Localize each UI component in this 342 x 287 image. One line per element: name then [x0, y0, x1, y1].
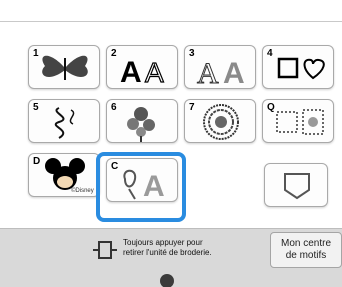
- category-butterfly-button[interactable]: 1: [28, 45, 100, 89]
- disney-mark: ©Disney: [71, 188, 94, 194]
- hint-line-1: Toujours appuyer pour: [123, 238, 203, 247]
- letters-aa-icon: A A: [120, 56, 165, 89]
- category-font-button[interactable]: 2 A A: [106, 45, 178, 89]
- svg-text:A: A: [120, 56, 142, 89]
- category-disney-button[interactable]: D ©Disney: [28, 153, 100, 197]
- pattern-center-button[interactable]: Mon centre de motifs: [270, 232, 342, 268]
- butterfly-icon: [42, 55, 88, 80]
- ornament-icon: [54, 107, 75, 139]
- hint-line-2: retirer l'unité de broderie.: [123, 248, 212, 257]
- selection-highlight: [96, 152, 186, 222]
- hint-text: Toujours appuyer pour retirer l'unité de…: [123, 238, 253, 258]
- pocket-button[interactable]: [264, 163, 328, 207]
- category-outline-font-button[interactable]: 3 A A: [184, 45, 256, 89]
- category-quilt-button[interactable]: Q: [262, 99, 334, 143]
- pattern-button-line-2: de motifs: [285, 250, 327, 261]
- top-bar: [0, 0, 342, 22]
- pocket-icon: [284, 173, 310, 200]
- outline-letters-icon: A A: [197, 57, 245, 89]
- status-indicator: [160, 274, 174, 287]
- pattern-button-line-1: Mon centre: [280, 238, 332, 249]
- mandala-icon: [203, 104, 239, 140]
- svg-text:A: A: [223, 57, 245, 89]
- flowers-icon: [127, 107, 155, 142]
- category-ornament-button[interactable]: 5: [28, 99, 100, 143]
- svg-text:A: A: [197, 57, 219, 89]
- category-frames-button[interactable]: 4: [262, 45, 334, 89]
- frames-icon: [277, 57, 325, 80]
- embroidery-unit-icon: [91, 238, 119, 262]
- svg-text:A: A: [145, 57, 164, 88]
- quilt-icon: [276, 109, 324, 135]
- category-mandala-button[interactable]: 7: [184, 99, 256, 143]
- category-flowers-button[interactable]: 6: [106, 99, 178, 143]
